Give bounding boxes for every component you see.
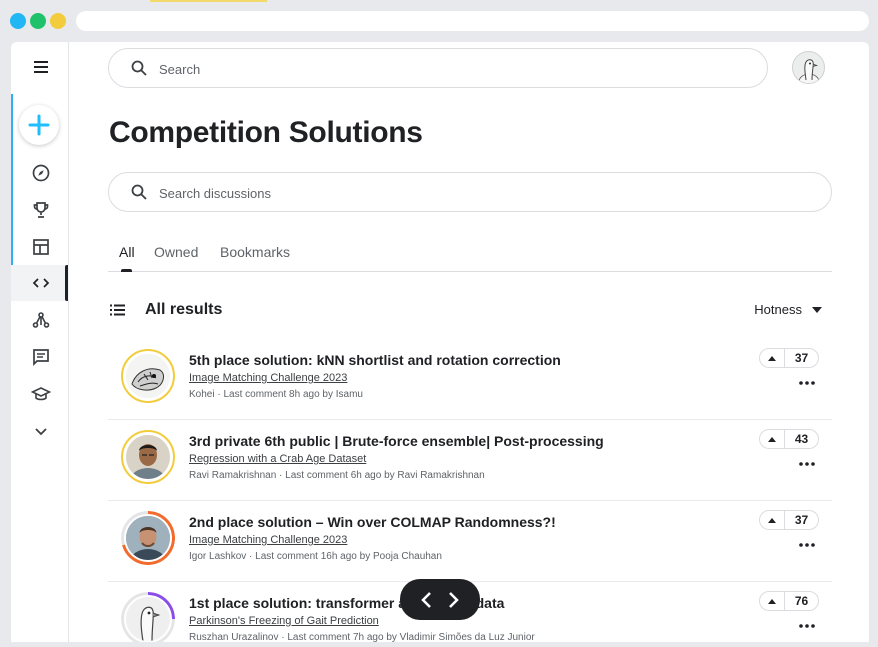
search-placeholder: Search [159,62,201,77]
browser-chrome [0,0,878,42]
topic-title[interactable]: 5th place solution: kNN shortlist and ro… [189,352,561,368]
active-nav-indicator [65,265,68,301]
sort-dropdown[interactable]: Hotness [754,302,822,317]
search-icon [131,184,147,200]
author-avatar[interactable] [126,354,170,398]
more-options-icon[interactable] [799,542,815,548]
vote-button[interactable]: 37 [759,348,819,368]
upvote-icon[interactable] [760,511,785,529]
person-avatar-icon [126,435,170,479]
learn-icon[interactable] [28,381,54,407]
goose-avatar-icon [126,597,170,641]
upvote-icon[interactable] [760,592,785,610]
more-options-icon[interactable] [799,380,815,386]
more-options-icon[interactable] [799,461,815,467]
chevron-left-icon[interactable] [416,590,436,610]
page-title: Competition Solutions [109,116,423,149]
compass-icon[interactable] [28,160,54,186]
author-avatar[interactable] [126,597,170,641]
window-minimize-dot[interactable] [30,13,46,29]
chevron-right-icon[interactable] [444,590,464,610]
competition-link[interactable]: Image Matching Challenge 2023 [189,372,347,384]
topic-row[interactable]: 3rd private 6th public | Brute-force ens… [108,420,832,501]
pagination-overlay [400,579,480,620]
discussion-search-input[interactable]: Search discussions [108,172,832,212]
user-avatar[interactable] [792,51,825,84]
sidebar [11,42,69,642]
trophy-icon[interactable] [28,197,54,223]
table-icon[interactable] [28,234,54,260]
competition-link[interactable]: Regression with a Crab Age Dataset [189,453,366,465]
discussion-search-placeholder: Search discussions [159,186,271,201]
upvote-icon[interactable] [760,349,785,367]
list-icon [110,304,125,316]
upvote-icon[interactable] [760,430,785,448]
topic-meta: Ruszhan Urazalinov · Last comment 7h ago… [189,632,535,642]
topic-title[interactable]: 3rd private 6th public | Brute-force ens… [189,433,604,449]
topic-title[interactable]: 2nd place solution – Win over COLMAP Ran… [189,514,556,530]
plus-icon [28,114,50,136]
tab-all[interactable]: All [119,244,135,260]
models-icon[interactable] [28,307,54,333]
address-bar[interactable] [76,11,869,31]
search-icon [131,60,147,76]
topic-row[interactable]: 5th place solution: kNN shortlist and ro… [108,339,832,420]
menu-icon[interactable] [28,54,54,80]
create-button[interactable] [19,105,59,145]
results-heading: All results [145,301,223,318]
tab-bookmarks[interactable]: Bookmarks [220,244,290,260]
expand-icon[interactable] [28,418,54,444]
results-header: All results Hotness [108,298,832,322]
competition-link[interactable]: Parkinson's Freezing of Gait Prediction [189,615,379,627]
window-close-dot[interactable] [10,13,26,29]
site-search[interactable]: Search [108,48,768,88]
sketch-avatar-icon [126,354,170,398]
author-avatar[interactable] [126,516,170,560]
tab-accent [150,0,267,2]
topic-title-start: 1st place solution: transformer a [189,595,407,611]
vote-count: 43 [794,432,809,446]
person-avatar-icon [126,516,170,560]
discussion-icon[interactable] [28,344,54,370]
vote-count: 76 [794,594,809,608]
tab-owned[interactable]: Owned [154,244,198,260]
vote-button[interactable]: 37 [759,510,819,530]
topic-meta: Kohei · Last comment 8h ago by Isamu [189,389,363,400]
vote-count: 37 [794,513,809,527]
topic-meta: Igor Lashkov · Last comment 16h ago by P… [189,551,442,562]
more-options-icon[interactable] [799,623,815,629]
window-maximize-dot[interactable] [50,13,66,29]
goose-avatar-icon [798,59,820,83]
sort-label: Hotness [754,302,802,317]
author-avatar[interactable] [126,435,170,479]
active-tab-indicator [121,269,132,272]
filter-tabs: All Owned Bookmarks [108,238,832,272]
topic-meta: Ravi Ramakrishnan · Last comment 6h ago … [189,470,485,481]
code-icon[interactable] [28,270,54,296]
vote-count: 37 [794,351,809,365]
competition-link[interactable]: Image Matching Challenge 2023 [189,534,347,546]
app-window: Search Competition Solutions Search disc… [11,42,869,642]
vote-button[interactable]: 76 [759,591,819,611]
vote-button[interactable]: 43 [759,429,819,449]
caret-down-icon [812,306,822,313]
topic-row[interactable]: 2nd place solution – Win over COLMAP Ran… [108,501,832,582]
